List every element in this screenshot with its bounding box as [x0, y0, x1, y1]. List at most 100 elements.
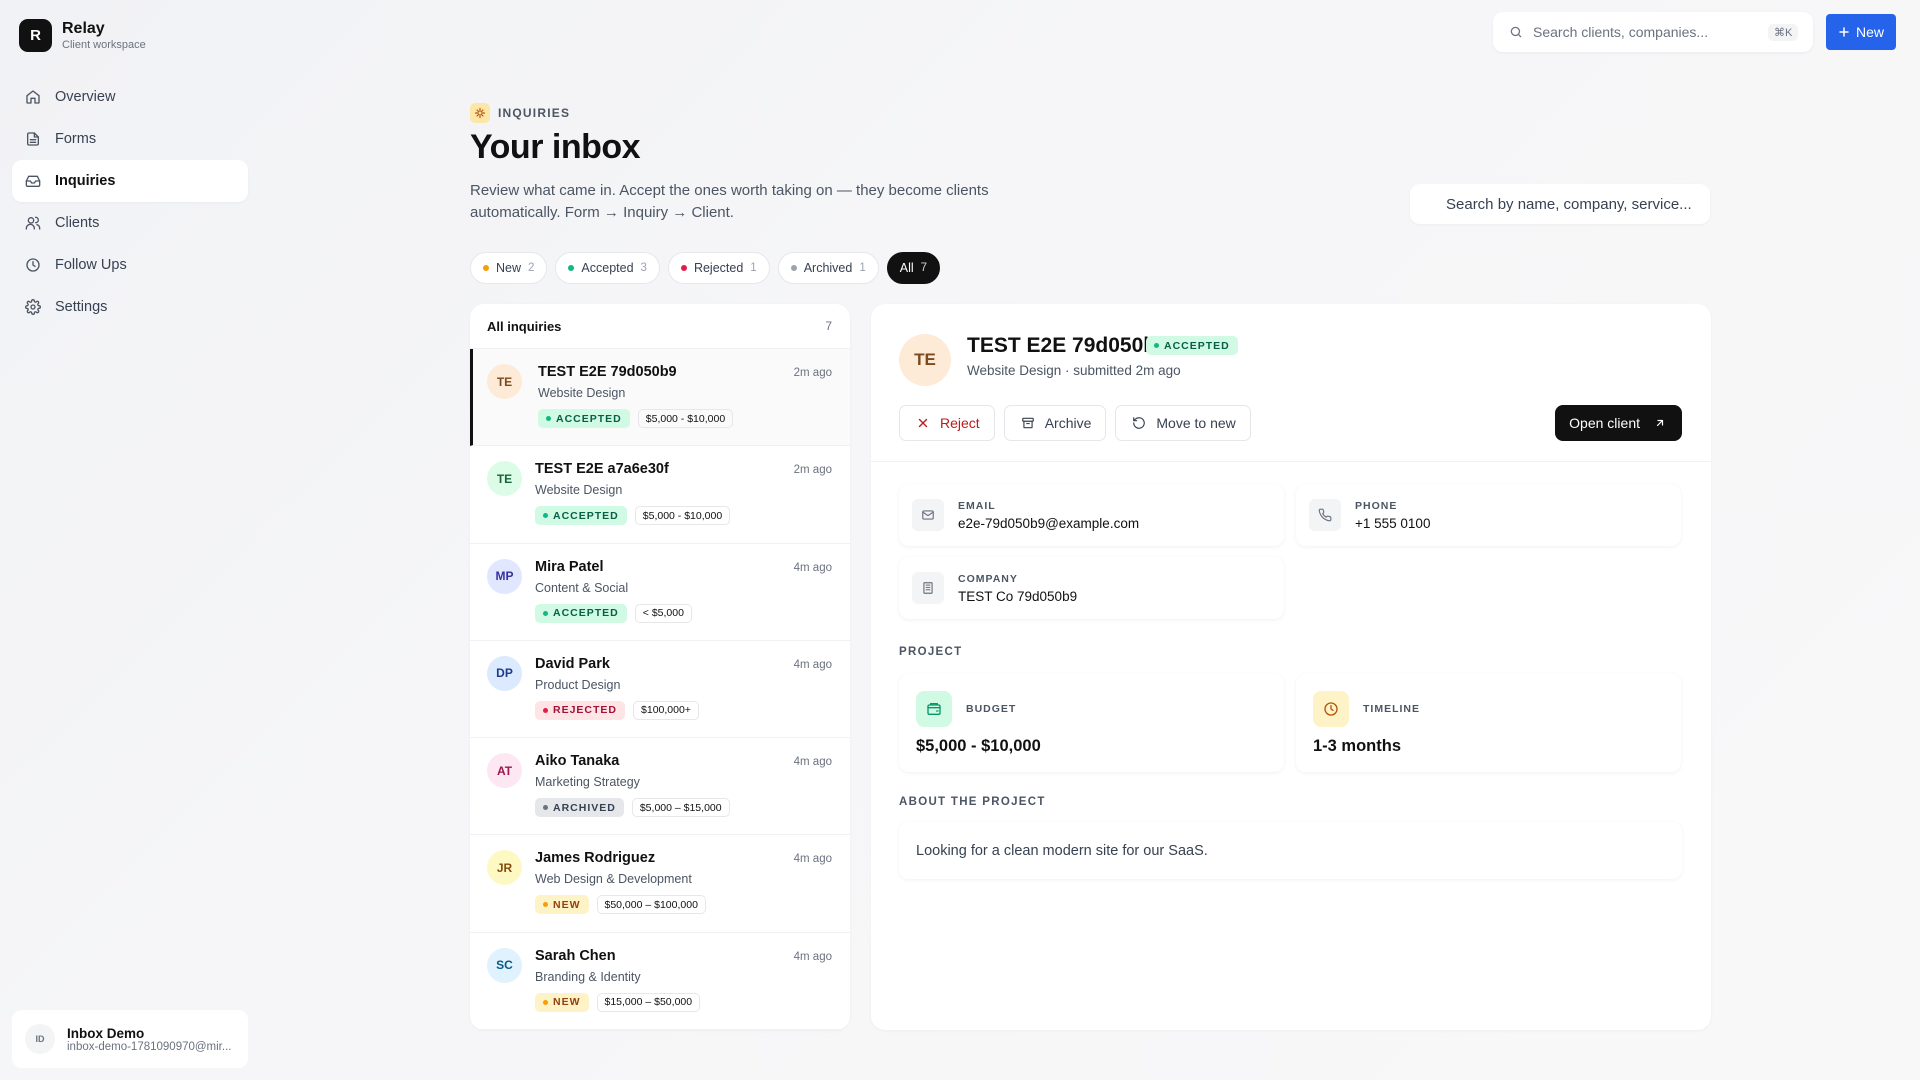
- move-to-new-label: Move to new: [1156, 415, 1236, 431]
- inquiry-detail: TE TEST E2E 79d050b9 ACCEPTED Website De…: [871, 304, 1711, 1030]
- filter-all[interactable]: All 7: [886, 252, 941, 284]
- inquiry-time: 2m ago: [793, 367, 832, 379]
- open-client-button[interactable]: Open client: [1555, 405, 1682, 441]
- brand-name: Relay: [62, 19, 105, 37]
- plus-icon: [1839, 27, 1849, 37]
- status-filters: New 2 Accepted 3 Rejected 1 Archived 1 A…: [470, 252, 941, 284]
- status-badge: ARCHIVED: [535, 798, 624, 818]
- avatar: TE: [899, 334, 951, 386]
- status-label: ARCHIVED: [553, 801, 616, 814]
- status-dot: [680, 265, 687, 271]
- list-item[interactable]: DP David Park 4m ago Product Design REJECTED…: [470, 641, 850, 739]
- inquiry-list: All inquiries 7 TE TEST E2E 79d050b9 2m ag…: [470, 304, 850, 1030]
- sidebar-item-clients[interactable]: Clients: [12, 202, 248, 244]
- rotate-ccw-icon: [1133, 417, 1146, 429]
- inquiry-search[interactable]: [1410, 184, 1710, 224]
- sidebar-item-follow-ups[interactable]: Follow Ups: [12, 244, 248, 286]
- list-item[interactable]: MP Mira Patel 4m ago Content & Social ACCEPT…: [470, 544, 850, 641]
- filter-label: All: [899, 261, 914, 275]
- budget-tag: $100,000+: [633, 700, 699, 720]
- clock-icon: [1313, 691, 1349, 727]
- status-label: ACCEPTED: [556, 412, 622, 425]
- filter-label: New: [496, 261, 522, 275]
- divider: [871, 461, 1711, 462]
- project-section-label: PROJECT: [899, 646, 963, 658]
- timeline-label: TIMELINE: [1363, 703, 1420, 715]
- brand[interactable]: R Relay Client workspace: [19, 19, 146, 52]
- sidebar-item-forms[interactable]: Forms: [12, 118, 248, 160]
- company-card[interactable]: COMPANY TEST Co 79d050b9: [899, 557, 1284, 619]
- avatar: JR: [487, 850, 522, 886]
- avatar: DP: [487, 655, 522, 691]
- filter-label: Archived: [803, 261, 853, 275]
- company-label: COMPANY: [958, 572, 1018, 585]
- sidebar-item-label: Settings: [55, 299, 108, 315]
- sidebar-item-overview[interactable]: Overview: [12, 76, 248, 118]
- archive-button[interactable]: Archive: [1003, 405, 1107, 441]
- filter-accepted[interactable]: Accepted 3: [555, 252, 660, 284]
- budget-tag: $50,000 – $100,000: [596, 895, 706, 915]
- inquiry-service: Website Design: [535, 483, 623, 498]
- sparkle-icon: [470, 103, 490, 123]
- about-text: Looking for a clean modern site for our …: [899, 822, 1682, 879]
- brand-logo: R: [19, 19, 52, 52]
- global-search-input[interactable]: [1533, 24, 1758, 40]
- list-item[interactable]: JR James Rodriguez 4m ago Web Design & Deve…: [470, 835, 850, 933]
- inquiry-service: Branding & Identity: [535, 969, 641, 984]
- page-description: Review what came in. Accept the ones wor…: [470, 182, 989, 221]
- mail-icon: [912, 499, 944, 531]
- sidebar-item-inquiries[interactable]: Inquiries: [12, 160, 248, 202]
- sidebar-item-label: Forms: [55, 131, 97, 147]
- archive-icon: [1021, 417, 1034, 429]
- list-item[interactable]: TE TEST E2E a7a6e30f 2m ago Website Design A…: [470, 446, 850, 544]
- inquiry-name: TEST E2E a7a6e30f: [535, 461, 669, 478]
- budget-value: $5,000 - $10,000: [916, 737, 1041, 755]
- reject-button[interactable]: Reject: [899, 405, 995, 441]
- phone-card[interactable]: PHONE +1 555 0100: [1296, 484, 1681, 546]
- status-badge: ACCEPTED: [1146, 336, 1238, 355]
- list-item[interactable]: SC Sarah Chen 4m ago Branding & Identity NEW…: [470, 933, 850, 1030]
- sidebar-nav: Overview Forms Inquiries Clients Follow …: [12, 76, 248, 328]
- status-label: ACCEPTED: [553, 509, 619, 522]
- inquiry-service: Content & Social: [535, 580, 629, 595]
- inquiry-name: Sarah Chen: [535, 947, 616, 964]
- building-icon: [912, 572, 944, 604]
- inquiry-time: 4m ago: [793, 658, 832, 671]
- email-card[interactable]: EMAIL e2e-79d050b9@example.com: [899, 484, 1284, 546]
- inquiry-name: Mira Patel: [535, 558, 604, 575]
- status-dot: [543, 707, 548, 713]
- inquiry-list-header: All inquiries 7: [470, 304, 850, 349]
- global-search[interactable]: ⌘K: [1493, 12, 1813, 52]
- status-badge: NEW: [535, 895, 589, 915]
- status-badge: ACCEPTED: [538, 409, 630, 428]
- open-client-label: Open client: [1569, 415, 1640, 431]
- sidebar: R Relay Client workspace Overview Forms …: [0, 0, 260, 1080]
- user-card[interactable]: ID Inbox Demo inbox-demo-1781090970@mir.…: [12, 1010, 248, 1068]
- move-to-new-button[interactable]: Move to new: [1115, 405, 1251, 441]
- filter-count: 1: [750, 262, 757, 274]
- filter-archived[interactable]: Archived 1: [777, 252, 879, 284]
- filter-new[interactable]: New 2: [470, 252, 548, 284]
- list-item[interactable]: AT Aiko Tanaka 4m ago Marketing Strategy ARC…: [470, 738, 850, 836]
- inquiry-name: David Park: [535, 655, 610, 672]
- avatar: AT: [487, 753, 522, 789]
- status-badge: REJECTED: [535, 700, 626, 720]
- filter-rejected[interactable]: Rejected 1: [667, 252, 770, 284]
- status-label: REJECTED: [553, 704, 618, 717]
- inquiry-service: Website Design: [538, 386, 626, 400]
- timeline-value: 1-3 months: [1313, 737, 1402, 755]
- avatar: TE: [487, 364, 522, 399]
- sidebar-item-settings[interactable]: Settings: [12, 286, 248, 328]
- inquiry-time: 4m ago: [793, 853, 832, 866]
- inquiry-search-input[interactable]: [1446, 195, 1696, 213]
- clock-icon: [26, 258, 40, 272]
- user-email: inbox-demo-1781090970@mir...: [67, 1040, 232, 1053]
- filter-count: 3: [640, 262, 647, 274]
- archive-label: Archive: [1044, 415, 1092, 431]
- phone-label: PHONE: [1355, 499, 1398, 512]
- status-dot: [483, 265, 489, 271]
- inquiry-rows: TE TEST E2E 79d050b9 2m ago Website Design A…: [470, 349, 850, 1030]
- timeline-card: TIMELINE 1-3 months: [1296, 674, 1681, 772]
- new-button[interactable]: New: [1826, 14, 1896, 50]
- list-item[interactable]: TE TEST E2E 79d050b9 2m ago Website Design A…: [470, 349, 850, 447]
